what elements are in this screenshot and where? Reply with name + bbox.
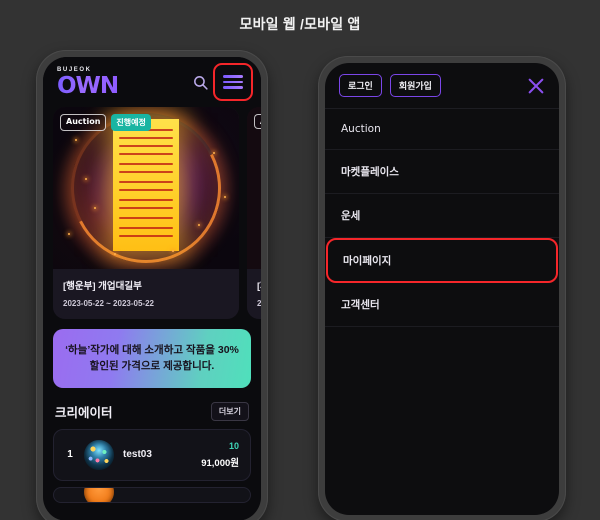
page-title: 모바일 웹 /모바일 앱 (239, 16, 361, 32)
hero-card-next[interactable]: Auct [재 202 (247, 107, 261, 319)
more-button[interactable]: 더보기 (210, 401, 249, 421)
creator-count: 10 (228, 440, 239, 451)
close-icon[interactable] (525, 75, 547, 97)
badge-auction-next: Auct (254, 114, 261, 129)
menu-top-bar: 로그인 회원가입 (325, 63, 559, 109)
screenshot-root: 모바일 웹 /모바일 앱 BUJEOK OWN Auction 진행예정 [행운… (0, 0, 600, 520)
brand-main-label: OWN (57, 72, 119, 99)
hero-meta-next: [재 202 (247, 269, 261, 319)
creator-price: 91,000원 (201, 457, 239, 469)
hero-meta: [행운부] 개업대길부 2023-05-22 ~ 2023-05-22 (53, 269, 239, 319)
badge-status: 진행예정 (111, 114, 151, 131)
hero-image-next: Auct (247, 107, 261, 269)
brand-sub-label: BUJEOK (57, 66, 92, 73)
menu-list: Auction 마켓플레이스 운세 마이페이지 고객센터 (325, 109, 559, 327)
hero-date-next: 202 (257, 299, 261, 308)
hamburger-menu-icon[interactable] (213, 63, 253, 101)
hero-carousel[interactable]: Auction 진행예정 [행운부] 개업대길부 2023-05-22 ~ 20… (43, 107, 261, 319)
creator-stats: 10 91,000원 (201, 441, 239, 469)
hero-title-next: [재 (257, 281, 261, 292)
phone-mockup-mobile-web: BUJEOK OWN Auction 진행예정 [행운부] 개업대길부 2023… (36, 50, 268, 520)
menu-item-customer-center[interactable]: 고객센터 (325, 283, 559, 327)
avatar (84, 439, 114, 470)
promo-line-2: 할인된 가격으로 제공합니다. (89, 360, 215, 373)
hero-date-range: 2023-05-22 ~ 2023-05-22 (63, 299, 154, 308)
hero-badges: Auction 진행예정 (60, 114, 151, 131)
search-icon[interactable] (192, 74, 209, 91)
hero-card[interactable]: Auction 진행예정 [행운부] 개업대길부 2023-05-22 ~ 20… (53, 107, 239, 319)
promo-line-1: ‘하늘’작가에 대해 소개하고 작품을 30% (65, 344, 239, 356)
creator-name: test03 (123, 449, 152, 461)
menu-item-auction[interactable]: Auction (325, 109, 559, 150)
menu-item-marketplace[interactable]: 마켓플레이스 (325, 150, 559, 194)
creator-section-header: 크리에이터 더보기 (43, 388, 261, 429)
mobile-web-screen: BUJEOK OWN Auction 진행예정 [행운부] 개업대길부 2023… (43, 57, 261, 520)
app-bar: BUJEOK OWN (43, 57, 261, 107)
creator-row[interactable]: 1 test03 10 91,000원 (53, 428, 251, 481)
app-bar-actions (192, 63, 253, 101)
avatar-next (84, 487, 114, 502)
promo-banner[interactable]: ‘하늘’작가에 대해 소개하고 작품을 30% 할인된 가격으로 제공합니다. (53, 329, 251, 388)
creator-section-title: 크리에이터 (55, 405, 113, 420)
mobile-app-menu-screen: 로그인 회원가입 Auction 마켓플레이스 운세 마이페이지 고객센터 (325, 63, 559, 515)
spark-particles (53, 107, 239, 269)
signup-button[interactable]: 회원가입 (389, 74, 441, 97)
menu-item-mypage[interactable]: 마이페이지 (326, 238, 558, 283)
badge-auction: Auction (60, 114, 107, 131)
creator-rank: 1 (67, 449, 73, 461)
phone-mockup-mobile-app: 로그인 회원가입 Auction 마켓플레이스 운세 마이페이지 고객센터 (318, 56, 566, 520)
menu-item-fortune[interactable]: 운세 (325, 194, 559, 238)
hero-title: [행운부] 개업대길부 (63, 281, 142, 292)
brand-logo[interactable]: BUJEOK OWN (57, 66, 119, 99)
creator-row-partial[interactable] (53, 486, 251, 503)
login-button[interactable]: 로그인 (339, 74, 382, 97)
hero-image: Auction 진행예정 (53, 107, 239, 269)
